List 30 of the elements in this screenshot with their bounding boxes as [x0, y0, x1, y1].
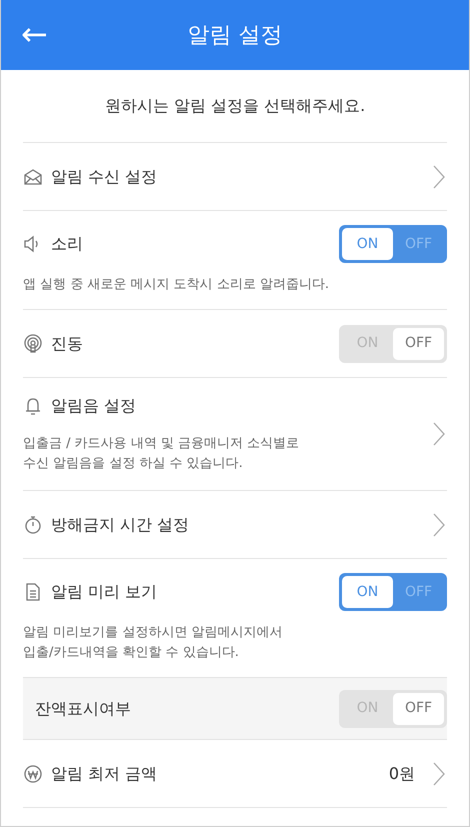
- won-coin-icon: [23, 764, 43, 784]
- on-off-toggle[interactable]: ON OFF: [339, 573, 447, 611]
- amount-value: 0원: [388, 762, 415, 784]
- chevron-right-icon: [433, 422, 445, 446]
- chevron-right-icon: [433, 164, 445, 188]
- envelope-icon: [23, 166, 43, 186]
- setting-label: 알림 최저 금액: [51, 762, 158, 784]
- chevron-right-icon: [433, 762, 445, 786]
- settings-link-row[interactable]: 알림음 설정 입출금 / 카드사용 내역 및 금융매니저 소식별로 수신 알림음을 설정 하실 수 있습니다.: [23, 378, 447, 491]
- bell-icon: [23, 396, 43, 416]
- setting-label: 진동: [51, 332, 83, 354]
- instruction-text: 원하시는 알림 설정을 선택해주세요.: [104, 95, 366, 117]
- stopwatch-icon: [23, 514, 43, 534]
- setting-description: 입출금 / 카드사용 내역 및 금융매니저 소식별로 수신 알림음을 설정 하실 수 있습니다.: [23, 435, 300, 473]
- setting-label: 알림음 설정: [51, 395, 136, 417]
- setting-label: 알림 수신 설정: [51, 166, 158, 188]
- page-title: 알림 설정: [188, 22, 282, 50]
- chevron-right-icon: [433, 512, 445, 536]
- settings-link-row[interactable]: 방해금지 시간 설정: [23, 491, 447, 559]
- setting-description: 알림 미리보기를 설정하시면 알림메시지에서 입출/카드내역을 확인할 수 있습니다.: [23, 624, 284, 662]
- setting-label: 알림 미리 보기: [51, 581, 158, 603]
- settings-link-row[interactable]: 알림 수신 설정: [23, 143, 447, 211]
- vibration-icon: [23, 334, 43, 354]
- settings-link-row[interactable]: 알림 최저 금액 0원: [23, 740, 447, 808]
- setting-description: 앱 실행 중 새로운 메시지 도착시 소리로 알려줍니다.: [23, 276, 330, 294]
- on-off-toggle[interactable]: ON OFF: [339, 225, 447, 263]
- setting-label: 잔액표시여부: [34, 698, 131, 720]
- back-button[interactable]: ←: [21, 16, 48, 52]
- setting-label: 소리: [51, 233, 83, 255]
- setting-label: 방해금지 시간 설정: [51, 514, 190, 536]
